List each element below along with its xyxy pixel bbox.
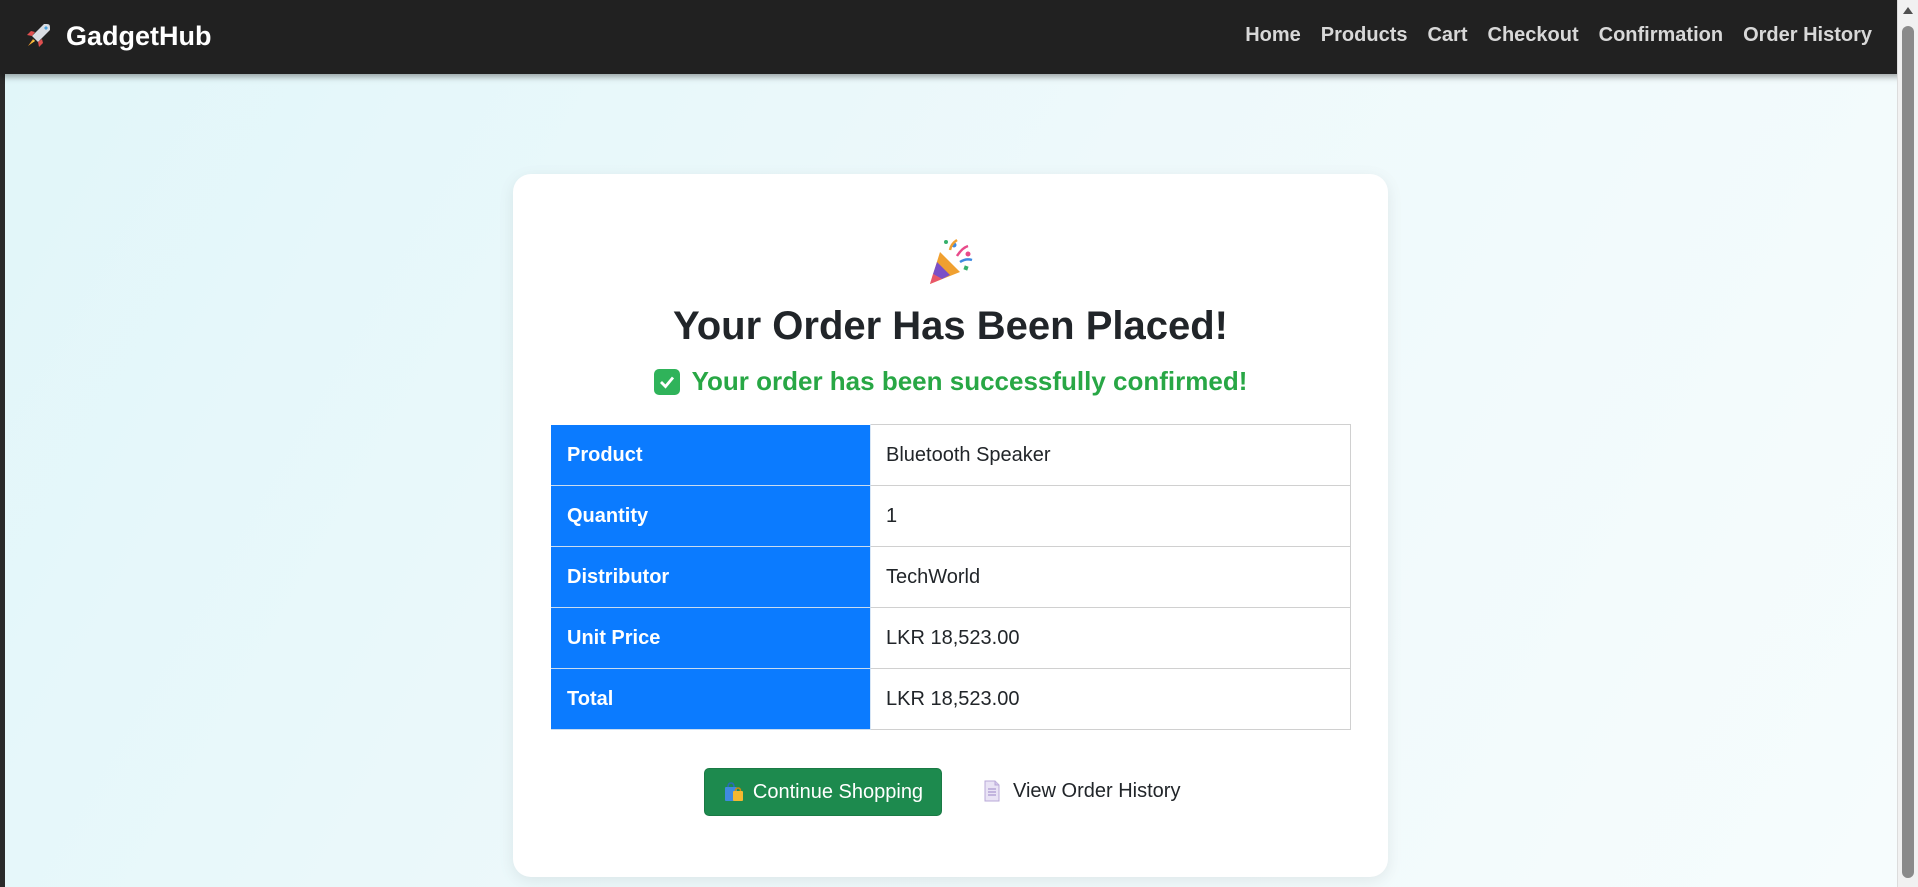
row-value: Bluetooth Speaker (870, 424, 1351, 486)
table-row: Total LKR 18,523.00 (551, 668, 1351, 730)
row-label: Quantity (551, 485, 871, 547)
nav-links: Home Products Cart Checkout Confirmation… (1245, 24, 1872, 47)
shopping-bags-icon (724, 782, 743, 801)
scroll-up-arrow-icon[interactable] (1903, 7, 1913, 14)
order-details-table: Product Bluetooth Speaker Quantity 1 Dis… (551, 424, 1351, 730)
success-message-text: Your order has been successfully confirm… (691, 366, 1248, 396)
scrollbar-thumb[interactable] (1902, 26, 1914, 878)
nav-checkout[interactable]: Checkout (1488, 24, 1579, 47)
nav-home[interactable]: Home (1245, 24, 1301, 47)
table-row: Unit Price LKR 18,523.00 (551, 607, 1351, 669)
table-row: Product Bluetooth Speaker (551, 424, 1351, 486)
continue-shopping-button[interactable]: Continue Shopping (704, 768, 942, 816)
view-order-history-label: View Order History (1013, 779, 1181, 802)
page-icon (984, 780, 1000, 802)
top-navbar: GadgetHub Home Products Cart Checkout Co… (0, 0, 1918, 74)
vertical-scrollbar[interactable] (1897, 0, 1918, 887)
success-message: Your order has been successfully confirm… (513, 366, 1388, 397)
brand-name: GadgetHub (66, 20, 212, 51)
row-value: 1 (870, 485, 1351, 547)
row-label: Product (551, 424, 871, 486)
nav-confirmation[interactable]: Confirmation (1599, 24, 1723, 47)
confirmation-card: Your Order Has Been Placed! Your order h… (513, 174, 1388, 877)
view-order-history-button[interactable]: View Order History (983, 768, 1180, 814)
row-value: TechWorld (870, 546, 1351, 608)
rocket-icon (27, 24, 50, 47)
table-row: Quantity 1 (551, 485, 1351, 547)
nav-order-history[interactable]: Order History (1743, 24, 1872, 47)
continue-shopping-label: Continue Shopping (752, 780, 924, 803)
page-title: Your Order Has Been Placed! (673, 304, 1228, 348)
row-label: Unit Price (551, 607, 871, 669)
nav-products[interactable]: Products (1321, 24, 1408, 47)
brand[interactable]: GadgetHub (22, 20, 212, 52)
table-row: Distributor TechWorld (551, 546, 1351, 608)
check-mark-icon (653, 368, 680, 395)
row-value: LKR 18,523.00 (870, 607, 1351, 669)
row-label: Total (551, 668, 871, 730)
nav-cart[interactable]: Cart (1427, 24, 1467, 47)
row-label: Distributor (551, 546, 871, 608)
row-value: LKR 18,523.00 (870, 668, 1351, 730)
party-popper-icon (930, 238, 973, 284)
